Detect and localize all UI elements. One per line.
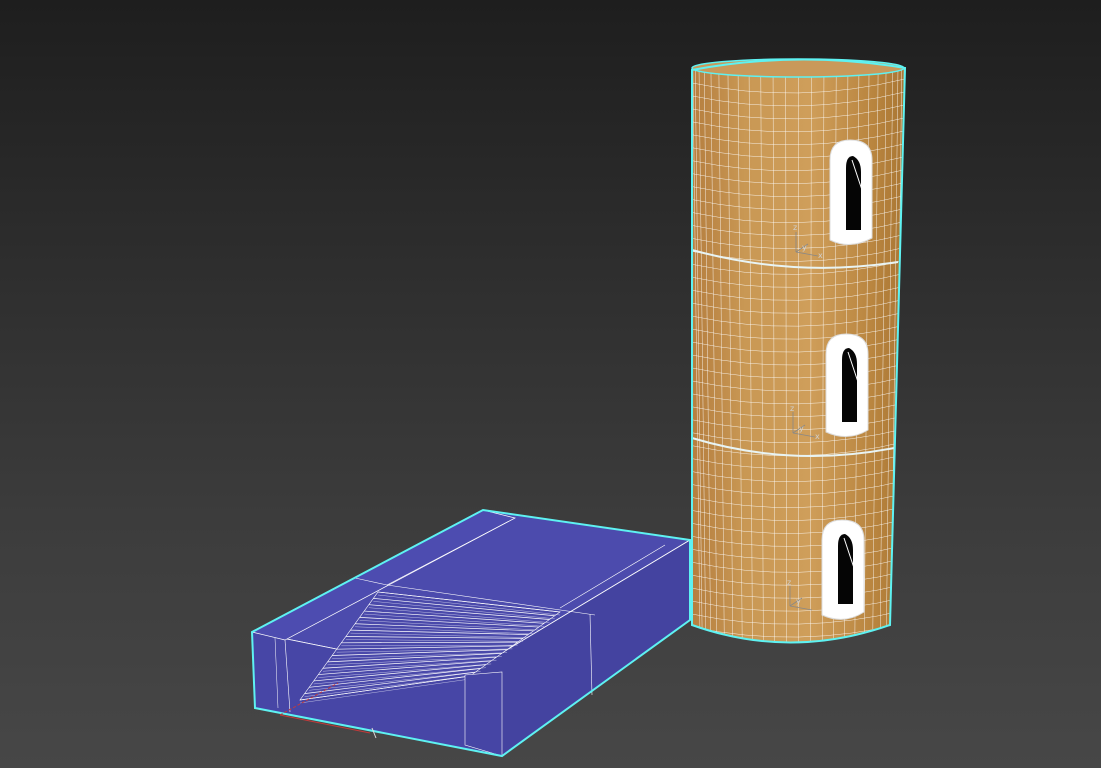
tower-window-1 bbox=[829, 139, 873, 245]
axis-label-y: y bbox=[799, 424, 804, 433]
scene-canvas[interactable]: z y x z y x z y bbox=[0, 0, 1101, 768]
tower-window-2 bbox=[825, 333, 869, 437]
stairs-right-pillar bbox=[464, 671, 503, 757]
axis-label-z: z bbox=[787, 578, 791, 587]
perspective-viewport[interactable]: z y x z y x z y bbox=[0, 0, 1101, 768]
axis-label-z: z bbox=[793, 223, 797, 232]
axis-label-z: z bbox=[790, 404, 794, 413]
tower[interactable]: z y x z y x z y bbox=[691, 58, 907, 650]
axis-label-y: y bbox=[802, 243, 807, 252]
axis-label-y: y bbox=[796, 597, 801, 606]
stairs-block[interactable] bbox=[250, 508, 692, 758]
axis-label-x: x bbox=[818, 251, 823, 260]
tower-window-3 bbox=[821, 519, 865, 620]
axis-label-x: x bbox=[815, 432, 820, 441]
